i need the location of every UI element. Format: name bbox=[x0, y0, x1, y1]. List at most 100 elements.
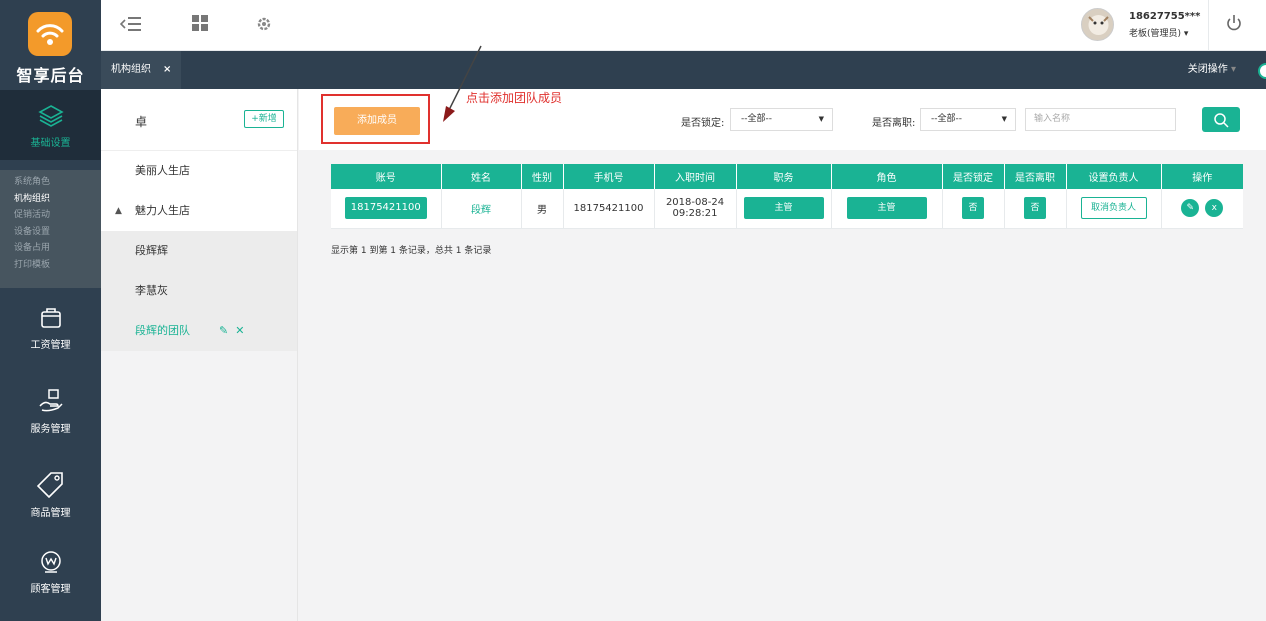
resigned-filter-value: --全部-- bbox=[931, 114, 962, 124]
app-logo-text: 智享后台 bbox=[16, 66, 85, 85]
sidebar-item-label: 工资管理 bbox=[30, 340, 71, 351]
sidebar-submenu: 系统角色 机构组织 促销活动 设备设置 设备占用 打印模板 bbox=[0, 170, 101, 288]
sidebar-item-customers[interactable]: 顾客管理 bbox=[0, 550, 101, 595]
add-node-button[interactable]: +新增 bbox=[244, 110, 284, 128]
delete-button[interactable]: x bbox=[1205, 199, 1224, 218]
column-header: 手机号 bbox=[563, 164, 655, 189]
main-sidebar: 智享后台 基础设置 系统角色 机构组织 促销活动 设备设置 设备占用 打印模板 … bbox=[0, 0, 101, 621]
resigned-filter-label: 是否离职: bbox=[872, 118, 916, 129]
cell-name: 段辉 bbox=[441, 189, 522, 229]
column-header: 是否锁定 bbox=[942, 164, 1005, 189]
power-icon[interactable] bbox=[1226, 14, 1242, 37]
submenu-item-device-settings[interactable]: 设备设置 bbox=[0, 224, 101, 241]
sidebar-item-label: 服务管理 bbox=[30, 424, 71, 435]
grid-apps-icon[interactable] bbox=[192, 15, 208, 36]
cell-role: 主管 bbox=[831, 189, 943, 229]
tree-item-member-1[interactable]: 段辉辉 bbox=[101, 231, 297, 271]
records-summary: 显示第 1 到第 1 条记录，总共 1 条记录 bbox=[331, 246, 492, 256]
gear-icon[interactable] bbox=[255, 15, 273, 38]
annotation-hint: 点击添加团队成员 bbox=[466, 91, 563, 105]
hand-service-icon bbox=[38, 389, 63, 412]
submenu-item-promotions[interactable]: 促销活动 bbox=[0, 207, 101, 224]
tree-item-label: 段辉辉 bbox=[135, 244, 168, 257]
cell-phone: 18175421100 bbox=[563, 189, 655, 229]
tree-item-team[interactable]: 段辉的团队 ✎ ✕ bbox=[101, 311, 297, 351]
user-role-dropdown[interactable]: 老板(管理员) ▾ bbox=[1129, 26, 1188, 39]
column-header: 角色 bbox=[831, 164, 943, 189]
resigned-toggle-button[interactable]: 否 bbox=[1024, 197, 1046, 220]
caret-up-icon[interactable]: ▲ bbox=[115, 191, 122, 231]
tree-item-label: 李慧灰 bbox=[135, 284, 168, 297]
table-row: 18175421100 段辉 男 18175421100 2018-08-24 … bbox=[331, 189, 1243, 229]
close-ops-label: 关闭操作 bbox=[1187, 64, 1228, 75]
annotation-arrow-icon bbox=[443, 45, 482, 122]
sidebar-item-basic-settings[interactable]: 基础设置 bbox=[0, 90, 101, 160]
avatar[interactable] bbox=[1081, 8, 1114, 41]
submenu-item-org[interactable]: 机构组织 bbox=[0, 191, 101, 208]
tab-bar: 机构组织 × 关闭操作 ▾ bbox=[101, 51, 1266, 89]
sidebar-item-label: 商品管理 bbox=[30, 508, 71, 519]
submenu-item-device-usage[interactable]: 设备占用 bbox=[0, 240, 101, 257]
org-tree-panel: 卓 +新增 美丽人生店 ▲ 魅力人生店 段辉辉 李慧灰 段辉的团队 ✎ ✕ bbox=[101, 89, 298, 621]
add-member-button[interactable]: 添加成员 bbox=[334, 107, 420, 135]
account-button[interactable]: 18175421100 bbox=[344, 197, 427, 220]
member-name-link[interactable]: 段辉 bbox=[471, 205, 491, 216]
tree-item-store-1[interactable]: 美丽人生店 bbox=[101, 151, 297, 191]
caret-down-icon: ▼ bbox=[818, 115, 824, 123]
toolbar: 添加成员 点击添加团队成员 是否锁定: --全部-- ▼ 是否离职: --全部--… bbox=[299, 45, 1266, 150]
position-button[interactable]: 主管 bbox=[743, 197, 824, 220]
edit-icon[interactable]: ✎ bbox=[1181, 199, 1200, 218]
close-ops-dropdown[interactable]: 关闭操作 ▾ bbox=[1188, 51, 1236, 89]
locked-filter-label: 是否锁定: bbox=[681, 118, 725, 129]
sidebar-item-products[interactable]: 商品管理 bbox=[0, 470, 101, 519]
pencil-icon[interactable]: ✎ bbox=[219, 324, 228, 337]
tree-item-store-2[interactable]: ▲ 魅力人生店 bbox=[101, 191, 297, 231]
main-content: 添加成员 点击添加团队成员 是否锁定: --全部-- ▼ 是否离职: --全部--… bbox=[299, 45, 1266, 621]
sale-tag-icon bbox=[36, 472, 63, 498]
caret-down-icon: ▾ bbox=[1183, 29, 1189, 39]
close-icon[interactable]: ✕ bbox=[235, 324, 244, 337]
cell-join-time: 2018-08-24 09:28:21 bbox=[654, 189, 737, 229]
tree-item-label: 美丽人生店 bbox=[135, 164, 190, 177]
column-header: 姓名 bbox=[441, 164, 522, 189]
status-indicator bbox=[1258, 63, 1266, 79]
name-search-input[interactable]: 输入名称 bbox=[1025, 108, 1176, 131]
column-header: 账号 bbox=[331, 164, 442, 189]
close-icon[interactable]: × bbox=[163, 64, 171, 75]
tree-item-member-2[interactable]: 李慧灰 bbox=[101, 271, 297, 311]
column-header: 是否离职 bbox=[1004, 164, 1067, 189]
collapse-menu-icon[interactable] bbox=[119, 15, 142, 38]
tree-item-label: 魅力人生店 bbox=[135, 204, 190, 217]
sidebar-item-salary[interactable]: 工资管理 bbox=[0, 306, 101, 351]
tree-root[interactable]: 卓 bbox=[135, 113, 147, 130]
tree-header: 卓 +新增 bbox=[101, 89, 297, 151]
cancel-manager-button[interactable]: 取消负责人 bbox=[1080, 197, 1147, 220]
search-button[interactable] bbox=[1202, 107, 1240, 132]
submenu-item-roles[interactable]: 系统角色 bbox=[0, 174, 101, 191]
caret-down-icon: ▾ bbox=[1230, 64, 1236, 75]
members-table: 账号 姓名 性别 手机号 入职时间 职务 角色 是否锁定 是否离职 设置负责人 … bbox=[331, 164, 1243, 229]
user-phone: 18627755*** bbox=[1129, 11, 1201, 22]
cell-actions: ✎ x bbox=[1161, 189, 1243, 229]
role-button[interactable]: 主管 bbox=[846, 197, 927, 220]
locked-toggle-button[interactable]: 否 bbox=[962, 197, 984, 220]
tree-item-actions: ✎ ✕ bbox=[219, 311, 244, 351]
locked-filter-select[interactable]: --全部-- ▼ bbox=[730, 108, 833, 131]
sidebar-item-label: 基础设置 bbox=[30, 138, 71, 149]
column-header: 性别 bbox=[521, 164, 564, 189]
sidebar-item-service[interactable]: 服务管理 bbox=[0, 388, 101, 435]
submenu-item-print-templates[interactable]: 打印模板 bbox=[0, 257, 101, 274]
resigned-filter-select[interactable]: --全部-- ▼ bbox=[920, 108, 1016, 131]
search-icon bbox=[1214, 112, 1229, 128]
cell-account: 18175421100 bbox=[331, 189, 442, 229]
cell-manager: 取消负责人 bbox=[1066, 189, 1162, 229]
crown-icon bbox=[40, 551, 61, 573]
table-header-row: 账号 姓名 性别 手机号 入职时间 职务 角色 是否锁定 是否离职 设置负责人 … bbox=[331, 164, 1243, 189]
divider bbox=[1208, 0, 1209, 51]
tab-org[interactable]: 机构组织 × bbox=[101, 51, 181, 89]
column-header: 操作 bbox=[1161, 164, 1243, 189]
sidebar-item-label: 顾客管理 bbox=[30, 584, 71, 595]
tree-item-label: 段辉的团队 bbox=[135, 324, 190, 337]
join-time: 09:28:21 bbox=[672, 208, 718, 220]
wallet-icon bbox=[40, 308, 61, 328]
